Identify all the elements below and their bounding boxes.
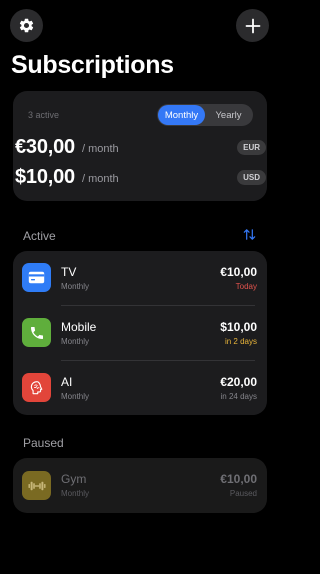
subscription-price: €20,00: [220, 375, 257, 389]
due-date: in 24 days: [220, 392, 257, 401]
brain-icon: [22, 373, 51, 402]
period-option-yearly[interactable]: Yearly: [205, 105, 252, 125]
total-row-eur: €30,00 / month EUR: [15, 134, 266, 160]
paused-list: Gym Monthly €10,00 Paused: [13, 458, 267, 513]
subscriptions-screen: Subscriptions 3 active Monthly Yearly €3…: [0, 0, 280, 574]
phone-icon: [22, 318, 51, 347]
page-title: Subscriptions: [11, 51, 174, 79]
subscription-price: €10,00: [220, 472, 257, 486]
period-toggle: Monthly Yearly: [157, 104, 253, 126]
total-amount: €30,00: [15, 135, 75, 158]
billing-cycle: Monthly: [61, 489, 90, 498]
subscription-name: AI: [61, 375, 73, 389]
add-subscription-button[interactable]: [236, 9, 269, 42]
credit-card-icon: [22, 263, 51, 292]
billing-cycle: Monthly: [61, 282, 90, 291]
gear-icon: [19, 18, 34, 33]
currency-badge: USD: [237, 169, 266, 185]
subscription-price: $10,00: [220, 320, 257, 334]
subscription-row-gym[interactable]: Gym Monthly €10,00 Paused: [13, 458, 267, 513]
plus-icon: [245, 18, 260, 33]
subscription-price: €10,00: [220, 265, 257, 279]
subscription-row-mobile[interactable]: Mobile Monthly $10,00 in 2 days: [13, 306, 267, 361]
sort-icon[interactable]: [242, 227, 257, 242]
dumbbell-icon: [22, 471, 51, 500]
subscription-row-ai[interactable]: AI Monthly €20,00 in 24 days: [13, 361, 267, 416]
subscription-name: TV: [61, 265, 77, 279]
billing-cycle: Monthly: [61, 337, 90, 346]
due-date: Today: [235, 282, 257, 291]
section-label-paused: Paused: [23, 436, 64, 450]
subscription-name: Mobile: [61, 320, 97, 334]
settings-button[interactable]: [10, 9, 43, 42]
total-amount: $10,00: [15, 165, 75, 188]
active-count: 3 active: [28, 110, 60, 120]
section-label-active: Active: [23, 229, 56, 243]
subscription-name: Gym: [61, 472, 87, 486]
currency-badge: EUR: [237, 139, 266, 155]
total-period: / month: [81, 143, 119, 155]
billing-cycle: Monthly: [61, 392, 90, 401]
active-list: TV Monthly €10,00 Today Mobile Monthly $…: [13, 251, 267, 415]
due-date: in 2 days: [224, 337, 257, 346]
subscription-row-tv[interactable]: TV Monthly €10,00 Today: [13, 251, 267, 306]
period-option-monthly[interactable]: Monthly: [158, 105, 205, 125]
total-row-usd: $10,00 / month USD: [15, 164, 266, 190]
total-period: / month: [81, 173, 119, 185]
paused-status: Paused: [229, 489, 257, 498]
